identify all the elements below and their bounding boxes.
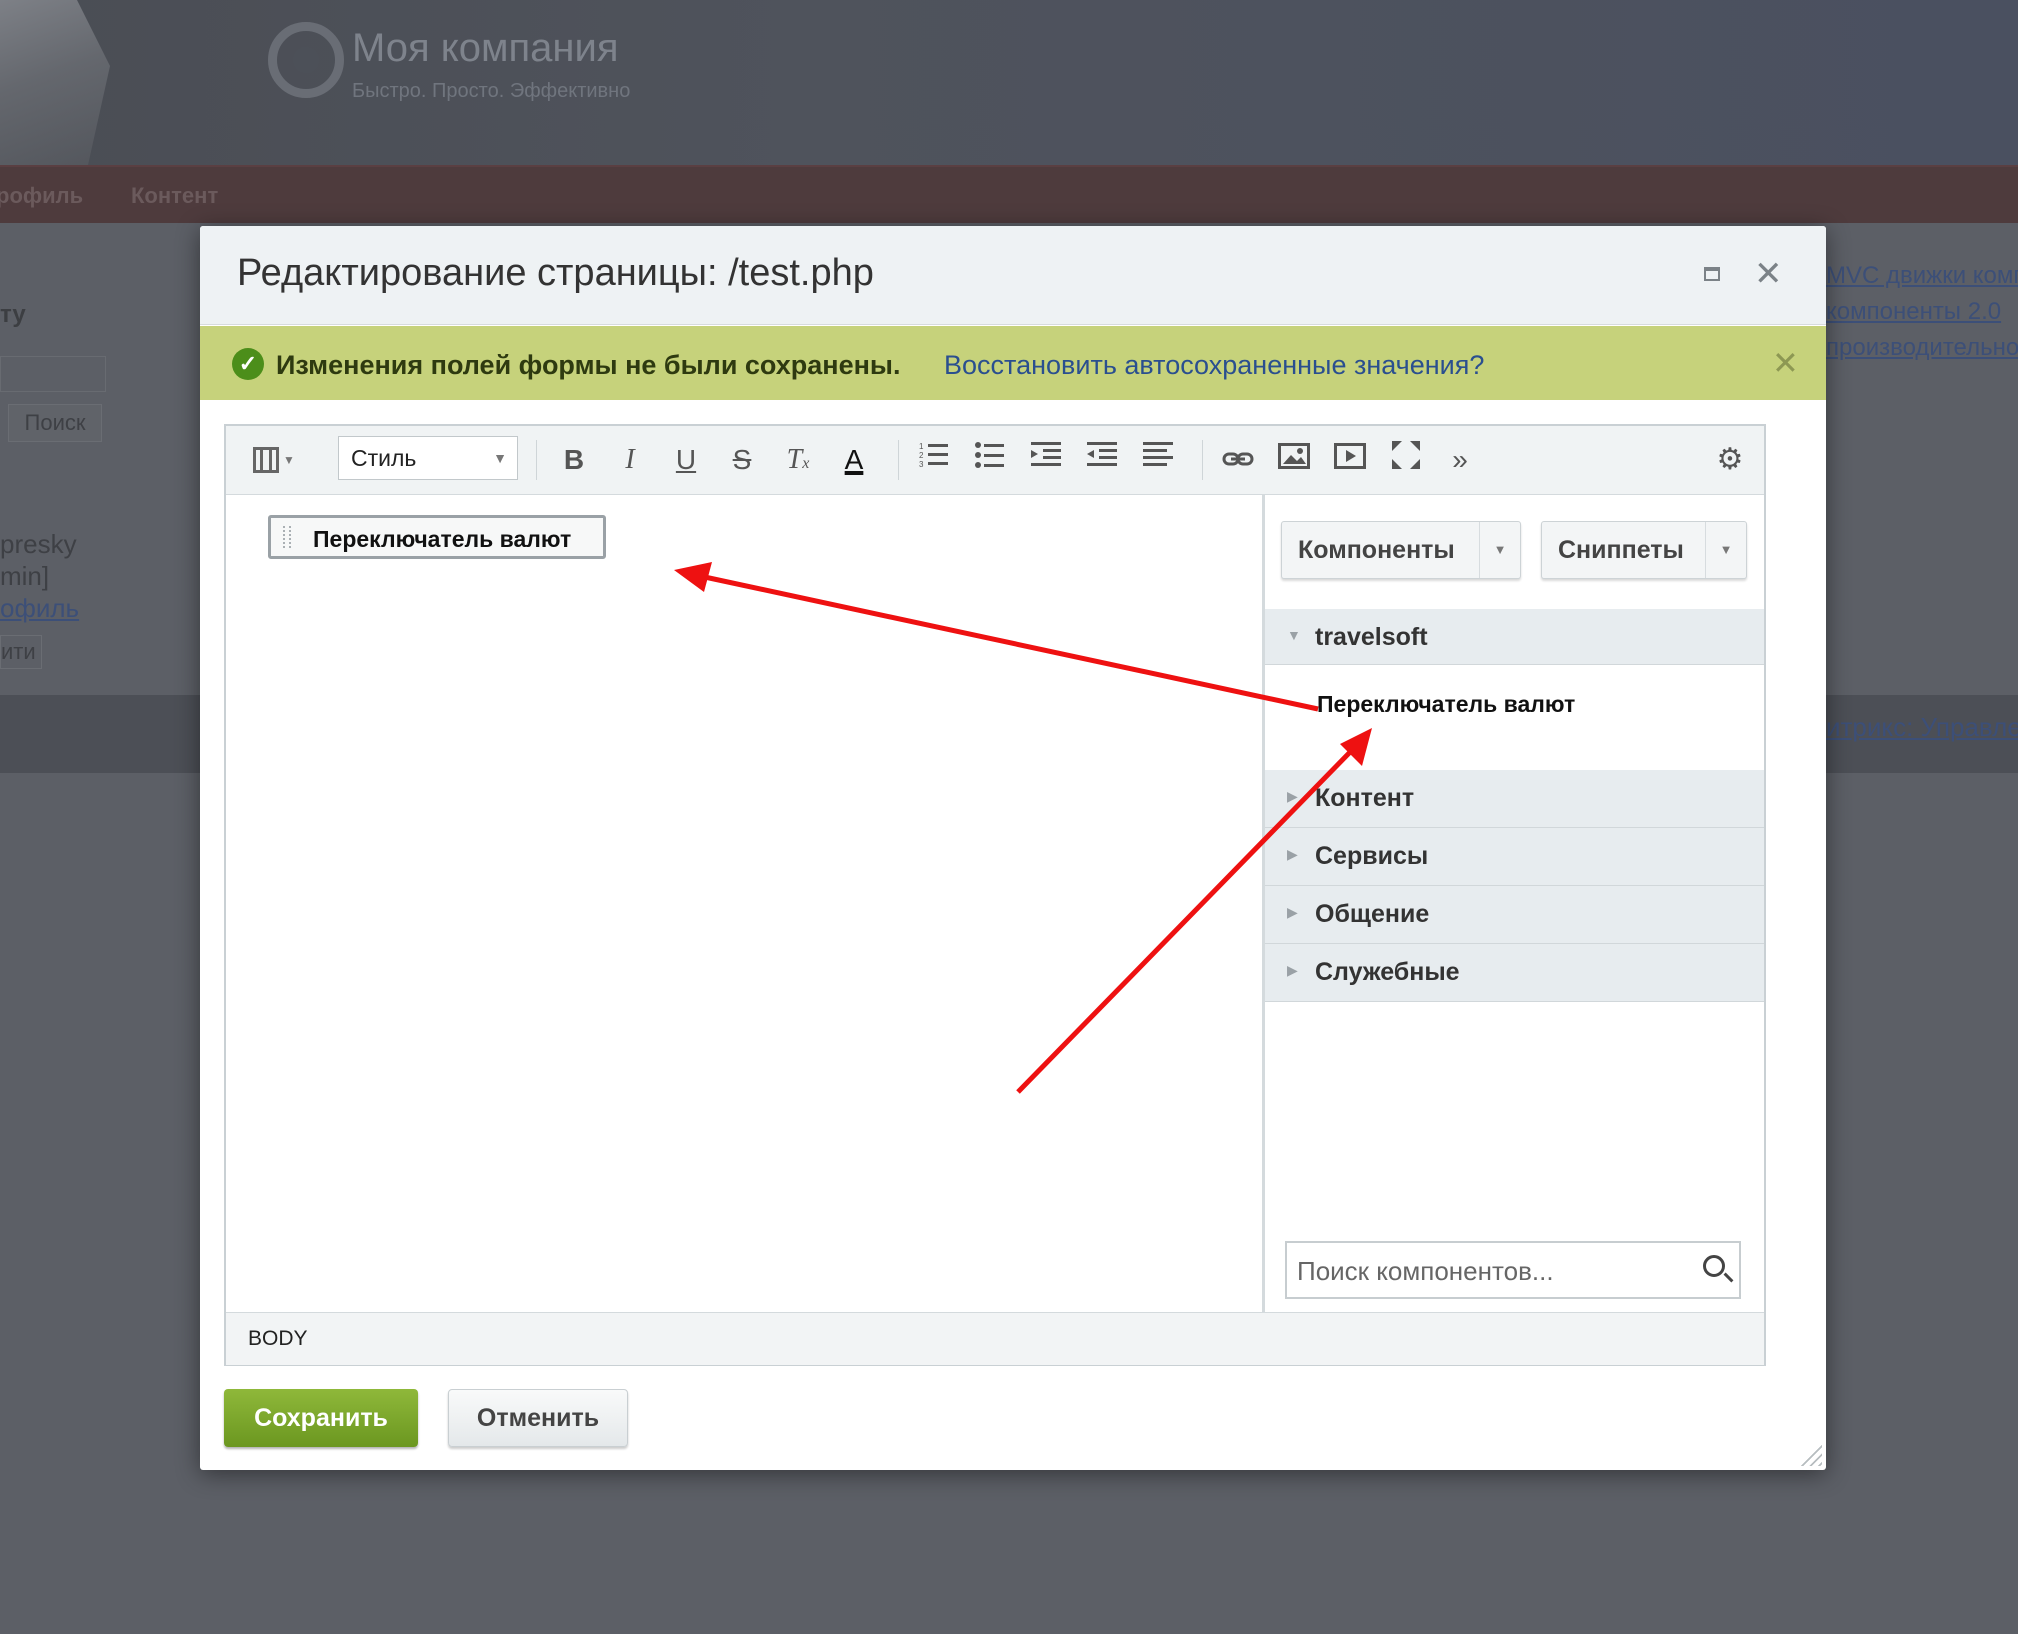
logout-button[interactable]: ити: [0, 635, 42, 669]
component-placeholder[interactable]: Переключатель валют: [268, 515, 606, 559]
components-button[interactable]: Компоненты ▼: [1281, 521, 1521, 579]
triangle-right-icon: ▶: [1287, 846, 1298, 862]
site-header: Моя компания Быстро. Просто. Эффективно: [0, 0, 2018, 165]
triangle-down-icon: ▼: [1287, 627, 1301, 643]
user-login: min]: [0, 561, 50, 591]
header-decoration: [0, 0, 110, 165]
group-service[interactable]: ▶ Служебные: [1265, 944, 1764, 1002]
nav-item-profile[interactable]: рофиль: [0, 183, 83, 209]
fullscreen-icon[interactable]: [1386, 440, 1426, 480]
company-name[interactable]: Моя компания: [352, 26, 618, 71]
site-search-button[interactable]: Поиск: [8, 404, 102, 442]
site-search-input[interactable]: [0, 356, 106, 392]
dialog-header[interactable]: Редактирование страницы: /test.php ✕: [200, 226, 1826, 325]
group-name: Контент: [1315, 784, 1415, 812]
component-item-currency-switcher[interactable]: Переключатель валют: [1317, 691, 1575, 718]
toolbar-divider: [536, 440, 537, 480]
font-color-button[interactable]: A: [834, 440, 874, 480]
check-circle-icon: ✓: [232, 348, 264, 380]
strikethrough-button[interactable]: S: [722, 440, 762, 480]
right-link[interactable]: производительнос: [1826, 334, 2018, 362]
toolbar-divider: [898, 440, 899, 480]
svg-text:3: 3: [919, 460, 924, 469]
edit-page-dialog: Редактирование страницы: /test.php ✕ ✓ И…: [200, 226, 1826, 1470]
group-travelsoft[interactable]: ▼ travelsoft: [1265, 609, 1764, 665]
group-communication[interactable]: ▶ Общение: [1265, 886, 1764, 944]
group-name: travelsoft: [1315, 623, 1428, 651]
ordered-list-icon[interactable]: 123: [914, 440, 954, 480]
left-panel-heading: ту: [0, 301, 26, 328]
style-select-value: Стиль: [351, 445, 417, 471]
user-name: presky: [0, 529, 77, 559]
html-editor: ▼ Стиль ▼ B I U S Tx A 123 » ⚙ Переключа…: [224, 424, 1766, 1366]
video-icon[interactable]: [1330, 440, 1370, 480]
company-slogan: Быстро. Просто. Эффективно: [352, 80, 631, 102]
outdent-icon[interactable]: [1026, 440, 1066, 480]
svg-text:1: 1: [919, 442, 924, 451]
indent-icon[interactable]: [1082, 440, 1122, 480]
right-links: MVC движки компо компоненты 2.0 производ…: [1826, 262, 2018, 370]
chevron-down-icon[interactable]: ▼: [1479, 522, 1520, 578]
chevron-down-icon[interactable]: ▼: [1705, 522, 1746, 578]
triangle-right-icon: ▶: [1287, 962, 1298, 978]
resize-handle-icon[interactable]: [1800, 1444, 1822, 1466]
search-icon[interactable]: [1703, 1255, 1725, 1277]
image-icon[interactable]: [1274, 440, 1314, 480]
maximize-icon[interactable]: [1704, 267, 1720, 281]
notice-close-icon[interactable]: ✕: [1772, 344, 1799, 382]
statusbar-tag-body[interactable]: BODY: [248, 1327, 308, 1351]
cancel-button[interactable]: Отменить: [448, 1389, 628, 1447]
clear-format-label: T: [786, 444, 803, 475]
company-logo-icon[interactable]: [268, 22, 344, 98]
dialog-title: Редактирование страницы: /test.php: [237, 252, 874, 294]
drag-handle-icon[interactable]: [283, 526, 291, 548]
snippets-button[interactable]: Сниппеты ▼: [1541, 521, 1747, 579]
footer-link[interactable]: итрикс: Управле: [1826, 712, 2018, 743]
editor-content[interactable]: Переключатель валют: [226, 495, 1262, 1312]
group-services[interactable]: ▶ Сервисы: [1265, 828, 1764, 886]
close-icon[interactable]: ✕: [1754, 254, 1783, 294]
save-button[interactable]: Сохранить: [224, 1389, 418, 1447]
triangle-right-icon: ▶: [1287, 788, 1298, 804]
triangle-right-icon: ▶: [1287, 904, 1298, 920]
underline-button[interactable]: U: [666, 440, 706, 480]
group-name: Общение: [1315, 900, 1430, 928]
nav-item-content[interactable]: Контент: [131, 183, 218, 209]
components-button-label: Компоненты: [1298, 536, 1455, 564]
italic-button[interactable]: I: [610, 440, 650, 480]
view-mode-button[interactable]: ▼: [246, 440, 302, 480]
toolbar-divider: [1202, 440, 1203, 480]
bold-button[interactable]: B: [554, 440, 594, 480]
view-mode-icon: [253, 447, 280, 473]
svg-text:2: 2: [919, 451, 924, 460]
component-search-input[interactable]: [1287, 1243, 1679, 1299]
x-icon: x: [802, 455, 810, 472]
restore-autosave-link[interactable]: Восстановить автосохраненные значения?: [944, 350, 1484, 381]
component-placeholder-label: Переключатель валют: [313, 526, 572, 552]
components-sidebar: Компоненты ▼ Сниппеты ▼ ▼ travelsoft Пер…: [1262, 495, 1764, 1312]
snippets-button-label: Сниппеты: [1558, 536, 1684, 564]
editor-toolbar: ▼ Стиль ▼ B I U S Tx A 123 » ⚙: [226, 426, 1764, 495]
chevron-down-icon: ▼: [283, 453, 295, 467]
left-panel: ту Поиск presky min] офиль ити: [0, 221, 200, 691]
group-name: Служебные: [1315, 958, 1460, 986]
right-link[interactable]: MVC движки компо: [1826, 262, 2018, 290]
clear-format-button[interactable]: Tx: [778, 440, 818, 480]
style-select[interactable]: Стиль ▼: [338, 436, 518, 480]
chevron-down-icon: ▼: [493, 450, 507, 466]
notice-text: Изменения полей формы не были сохранены.: [276, 350, 901, 380]
settings-icon[interactable]: ⚙: [1710, 440, 1750, 480]
group-content[interactable]: ▶ Контент: [1265, 770, 1764, 828]
link-icon[interactable]: [1218, 440, 1258, 480]
component-search: [1285, 1241, 1741, 1299]
group-name: Сервисы: [1315, 842, 1429, 870]
editor-statusbar: BODY: [226, 1312, 1764, 1365]
right-link[interactable]: компоненты 2.0: [1826, 298, 2018, 326]
unordered-list-icon[interactable]: [970, 440, 1010, 480]
align-icon[interactable]: [1138, 440, 1178, 480]
more-icon[interactable]: »: [1440, 440, 1480, 480]
profile-link[interactable]: офиль: [0, 593, 79, 624]
site-nav: рофиль Контент: [0, 165, 2018, 223]
autosave-notice: ✓ Изменения полей формы не были сохранен…: [200, 326, 1826, 400]
